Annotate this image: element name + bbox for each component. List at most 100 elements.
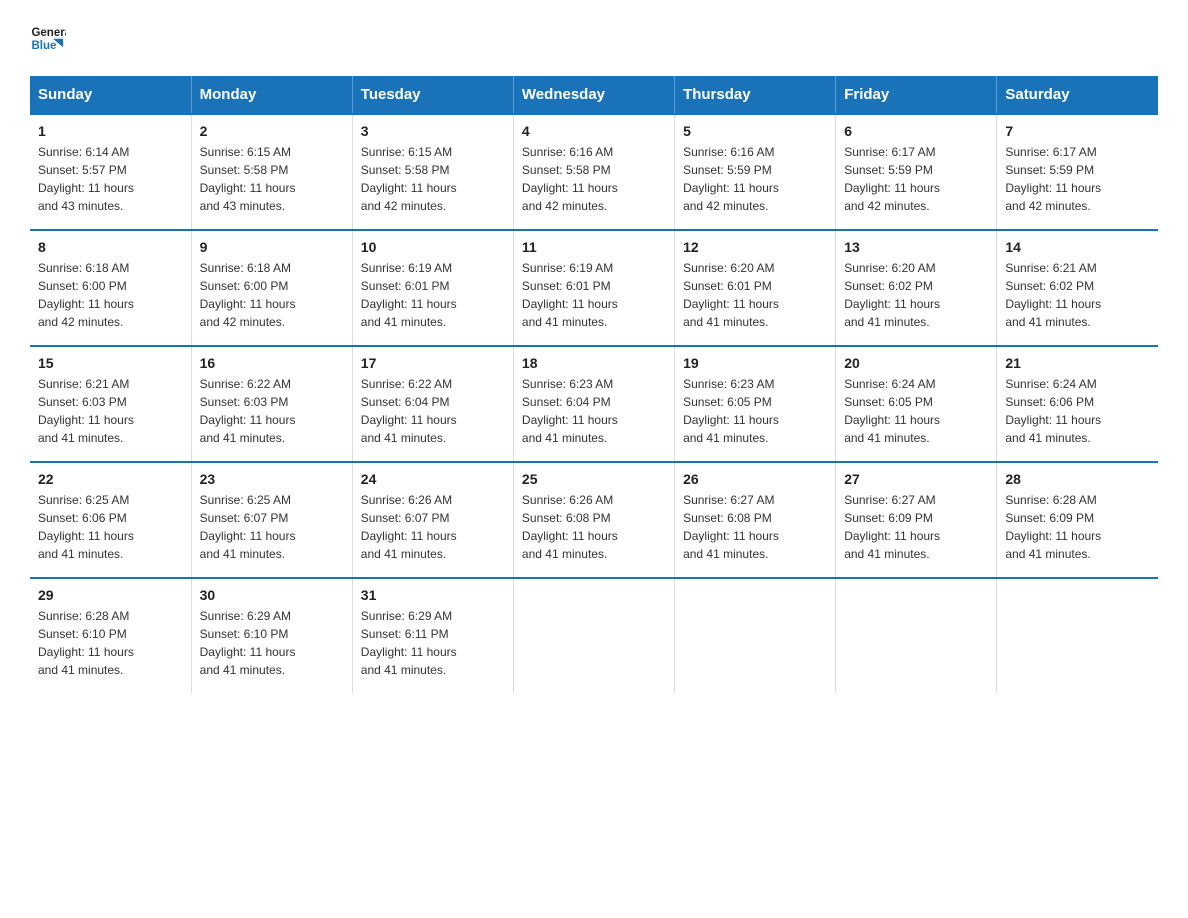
day-info: Sunrise: 6:21 AM Sunset: 6:03 PM Dayligh… — [38, 375, 183, 447]
day-number: 23 — [200, 471, 344, 487]
day-info: Sunrise: 6:29 AM Sunset: 6:10 PM Dayligh… — [200, 607, 344, 679]
calendar-cell: 9 Sunrise: 6:18 AM Sunset: 6:00 PM Dayli… — [191, 230, 352, 346]
week-row-2: 8 Sunrise: 6:18 AM Sunset: 6:00 PM Dayli… — [30, 230, 1158, 346]
day-info: Sunrise: 6:19 AM Sunset: 6:01 PM Dayligh… — [522, 259, 666, 331]
day-info: Sunrise: 6:29 AM Sunset: 6:11 PM Dayligh… — [361, 607, 505, 679]
day-info: Sunrise: 6:17 AM Sunset: 5:59 PM Dayligh… — [844, 143, 988, 215]
day-info: Sunrise: 6:25 AM Sunset: 6:06 PM Dayligh… — [38, 491, 183, 563]
calendar-cell: 27 Sunrise: 6:27 AM Sunset: 6:09 PM Dayl… — [836, 462, 997, 578]
day-number: 5 — [683, 123, 827, 139]
page-header: General Blue — [30, 20, 1158, 56]
calendar-cell: 17 Sunrise: 6:22 AM Sunset: 6:04 PM Dayl… — [352, 346, 513, 462]
day-info: Sunrise: 6:26 AM Sunset: 6:07 PM Dayligh… — [361, 491, 505, 563]
day-number: 19 — [683, 355, 827, 371]
calendar-cell: 6 Sunrise: 6:17 AM Sunset: 5:59 PM Dayli… — [836, 114, 997, 230]
day-number: 28 — [1005, 471, 1150, 487]
day-number: 31 — [361, 587, 505, 603]
calendar-cell: 16 Sunrise: 6:22 AM Sunset: 6:03 PM Dayl… — [191, 346, 352, 462]
calendar-cell: 1 Sunrise: 6:14 AM Sunset: 5:57 PM Dayli… — [30, 114, 191, 230]
day-number: 10 — [361, 239, 505, 255]
day-number: 16 — [200, 355, 344, 371]
day-number: 12 — [683, 239, 827, 255]
day-info: Sunrise: 6:17 AM Sunset: 5:59 PM Dayligh… — [1005, 143, 1150, 215]
day-info: Sunrise: 6:21 AM Sunset: 6:02 PM Dayligh… — [1005, 259, 1150, 331]
day-number: 17 — [361, 355, 505, 371]
calendar-cell — [997, 578, 1158, 693]
day-number: 9 — [200, 239, 344, 255]
day-number: 21 — [1005, 355, 1150, 371]
column-header-saturday: Saturday — [997, 76, 1158, 114]
day-number: 15 — [38, 355, 183, 371]
calendar-cell: 31 Sunrise: 6:29 AM Sunset: 6:11 PM Dayl… — [352, 578, 513, 693]
day-info: Sunrise: 6:23 AM Sunset: 6:04 PM Dayligh… — [522, 375, 666, 447]
calendar-cell: 20 Sunrise: 6:24 AM Sunset: 6:05 PM Dayl… — [836, 346, 997, 462]
column-header-friday: Friday — [836, 76, 997, 114]
day-number: 3 — [361, 123, 505, 139]
day-info: Sunrise: 6:16 AM Sunset: 5:58 PM Dayligh… — [522, 143, 666, 215]
column-header-monday: Monday — [191, 76, 352, 114]
calendar-cell — [836, 578, 997, 693]
day-info: Sunrise: 6:23 AM Sunset: 6:05 PM Dayligh… — [683, 375, 827, 447]
day-info: Sunrise: 6:18 AM Sunset: 6:00 PM Dayligh… — [38, 259, 183, 331]
day-info: Sunrise: 6:27 AM Sunset: 6:09 PM Dayligh… — [844, 491, 988, 563]
day-info: Sunrise: 6:24 AM Sunset: 6:05 PM Dayligh… — [844, 375, 988, 447]
day-info: Sunrise: 6:19 AM Sunset: 6:01 PM Dayligh… — [361, 259, 505, 331]
calendar-cell: 2 Sunrise: 6:15 AM Sunset: 5:58 PM Dayli… — [191, 114, 352, 230]
calendar-cell: 14 Sunrise: 6:21 AM Sunset: 6:02 PM Dayl… — [997, 230, 1158, 346]
week-row-5: 29 Sunrise: 6:28 AM Sunset: 6:10 PM Dayl… — [30, 578, 1158, 693]
logo: General Blue — [30, 20, 68, 56]
day-number: 2 — [200, 123, 344, 139]
day-number: 25 — [522, 471, 666, 487]
column-header-wednesday: Wednesday — [513, 76, 674, 114]
day-info: Sunrise: 6:15 AM Sunset: 5:58 PM Dayligh… — [361, 143, 505, 215]
day-info: Sunrise: 6:14 AM Sunset: 5:57 PM Dayligh… — [38, 143, 183, 215]
calendar-cell: 30 Sunrise: 6:29 AM Sunset: 6:10 PM Dayl… — [191, 578, 352, 693]
calendar-cell: 15 Sunrise: 6:21 AM Sunset: 6:03 PM Dayl… — [30, 346, 191, 462]
week-row-1: 1 Sunrise: 6:14 AM Sunset: 5:57 PM Dayli… — [30, 114, 1158, 230]
calendar-cell: 10 Sunrise: 6:19 AM Sunset: 6:01 PM Dayl… — [352, 230, 513, 346]
day-number: 27 — [844, 471, 988, 487]
week-row-4: 22 Sunrise: 6:25 AM Sunset: 6:06 PM Dayl… — [30, 462, 1158, 578]
day-number: 8 — [38, 239, 183, 255]
day-number: 20 — [844, 355, 988, 371]
day-info: Sunrise: 6:28 AM Sunset: 6:09 PM Dayligh… — [1005, 491, 1150, 563]
day-number: 30 — [200, 587, 344, 603]
day-info: Sunrise: 6:18 AM Sunset: 6:00 PM Dayligh… — [200, 259, 344, 331]
calendar-cell: 12 Sunrise: 6:20 AM Sunset: 6:01 PM Dayl… — [675, 230, 836, 346]
column-header-sunday: Sunday — [30, 76, 191, 114]
day-number: 11 — [522, 239, 666, 255]
calendar-table: SundayMondayTuesdayWednesdayThursdayFrid… — [30, 76, 1158, 693]
day-number: 7 — [1005, 123, 1150, 139]
column-header-tuesday: Tuesday — [352, 76, 513, 114]
calendar-cell: 8 Sunrise: 6:18 AM Sunset: 6:00 PM Dayli… — [30, 230, 191, 346]
calendar-cell — [675, 578, 836, 693]
day-info: Sunrise: 6:20 AM Sunset: 6:01 PM Dayligh… — [683, 259, 827, 331]
calendar-cell: 25 Sunrise: 6:26 AM Sunset: 6:08 PM Dayl… — [513, 462, 674, 578]
column-header-thursday: Thursday — [675, 76, 836, 114]
week-row-3: 15 Sunrise: 6:21 AM Sunset: 6:03 PM Dayl… — [30, 346, 1158, 462]
day-info: Sunrise: 6:26 AM Sunset: 6:08 PM Dayligh… — [522, 491, 666, 563]
day-info: Sunrise: 6:28 AM Sunset: 6:10 PM Dayligh… — [38, 607, 183, 679]
day-info: Sunrise: 6:24 AM Sunset: 6:06 PM Dayligh… — [1005, 375, 1150, 447]
day-info: Sunrise: 6:22 AM Sunset: 6:03 PM Dayligh… — [200, 375, 344, 447]
calendar-cell: 28 Sunrise: 6:28 AM Sunset: 6:09 PM Dayl… — [997, 462, 1158, 578]
calendar-cell: 11 Sunrise: 6:19 AM Sunset: 6:01 PM Dayl… — [513, 230, 674, 346]
day-number: 4 — [522, 123, 666, 139]
day-number: 18 — [522, 355, 666, 371]
day-info: Sunrise: 6:27 AM Sunset: 6:08 PM Dayligh… — [683, 491, 827, 563]
calendar-cell: 26 Sunrise: 6:27 AM Sunset: 6:08 PM Dayl… — [675, 462, 836, 578]
day-info: Sunrise: 6:15 AM Sunset: 5:58 PM Dayligh… — [200, 143, 344, 215]
day-number: 6 — [844, 123, 988, 139]
day-number: 1 — [38, 123, 183, 139]
day-info: Sunrise: 6:22 AM Sunset: 6:04 PM Dayligh… — [361, 375, 505, 447]
day-number: 13 — [844, 239, 988, 255]
calendar-cell: 23 Sunrise: 6:25 AM Sunset: 6:07 PM Dayl… — [191, 462, 352, 578]
day-info: Sunrise: 6:16 AM Sunset: 5:59 PM Dayligh… — [683, 143, 827, 215]
day-info: Sunrise: 6:25 AM Sunset: 6:07 PM Dayligh… — [200, 491, 344, 563]
calendar-cell: 7 Sunrise: 6:17 AM Sunset: 5:59 PM Dayli… — [997, 114, 1158, 230]
calendar-header-row: SundayMondayTuesdayWednesdayThursdayFrid… — [30, 76, 1158, 114]
day-number: 26 — [683, 471, 827, 487]
calendar-cell: 13 Sunrise: 6:20 AM Sunset: 6:02 PM Dayl… — [836, 230, 997, 346]
calendar-cell: 19 Sunrise: 6:23 AM Sunset: 6:05 PM Dayl… — [675, 346, 836, 462]
svg-text:General: General — [31, 27, 66, 39]
